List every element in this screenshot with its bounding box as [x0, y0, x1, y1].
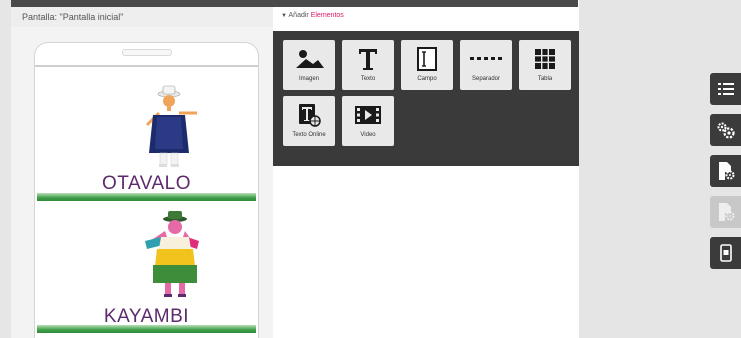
tool-imagen[interactable]: Imagen [283, 40, 335, 90]
device-preview-button[interactable] [710, 237, 741, 269]
video-icon [342, 102, 394, 128]
field-icon [401, 46, 453, 72]
card-bar [37, 193, 256, 201]
screen-label: Pantalla: "Pantalla inicial" [22, 12, 124, 22]
card-title: OTAVALO [101, 173, 192, 194]
separator-icon [460, 46, 512, 72]
card-kayambi[interactable]: KAYAMBI [37, 205, 256, 333]
canvas-area[interactable] [273, 166, 579, 338]
phone-speaker [122, 49, 172, 56]
image-icon [283, 46, 335, 72]
tool-label: Texto [360, 76, 376, 82]
add-elements-toggle[interactable]: ▼ Añadir Elementos [281, 12, 344, 19]
tool-label: Texto Online [292, 132, 326, 138]
tool-video[interactable]: Video [342, 96, 394, 146]
card-otavalo[interactable]: OTAVALO [37, 73, 256, 201]
tool-label: Video [360, 132, 376, 138]
tool-texto-online[interactable]: Texto Online [283, 96, 335, 146]
settings-button[interactable] [710, 114, 741, 146]
page-settings-disabled-button[interactable] [710, 196, 741, 228]
list-button[interactable] [710, 73, 741, 105]
card-bar [37, 325, 256, 333]
kayambi-figure [145, 211, 199, 297]
tool-label: Campo [417, 76, 437, 82]
add-elements-label: Añadir [288, 12, 309, 19]
text-icon [342, 46, 394, 72]
gears-icon [717, 122, 735, 139]
tool-campo[interactable]: Campo [401, 40, 453, 90]
phone-preview: OTAVALO KAYAMBI [34, 42, 259, 338]
add-elements-highlight: Elementos [310, 12, 344, 19]
caret-down-icon: ▼ [281, 13, 287, 19]
left-strip [0, 0, 11, 338]
page-settings-disabled-icon [718, 203, 734, 221]
tool-tabla[interactable]: Tabla [519, 40, 571, 90]
tool-label: Imagen [298, 76, 319, 82]
tool-texto[interactable]: Texto [342, 40, 394, 90]
page-settings-icon [718, 162, 734, 180]
list-icon [717, 83, 734, 95]
screen-header: Pantalla: "Pantalla inicial" [11, 7, 273, 27]
phone-icon [719, 244, 732, 262]
tool-label: Separador [471, 76, 501, 82]
top-bar [11, 0, 578, 7]
otavalo-figure [145, 85, 197, 167]
page-settings-button[interactable] [710, 155, 741, 187]
table-icon [519, 46, 571, 72]
online-text-icon [283, 102, 335, 128]
tool-separador[interactable]: Separador [460, 40, 512, 90]
elements-palette: Imagen Texto Campo Separador Tabla Texto… [273, 31, 579, 166]
tool-label: Tabla [537, 76, 553, 82]
